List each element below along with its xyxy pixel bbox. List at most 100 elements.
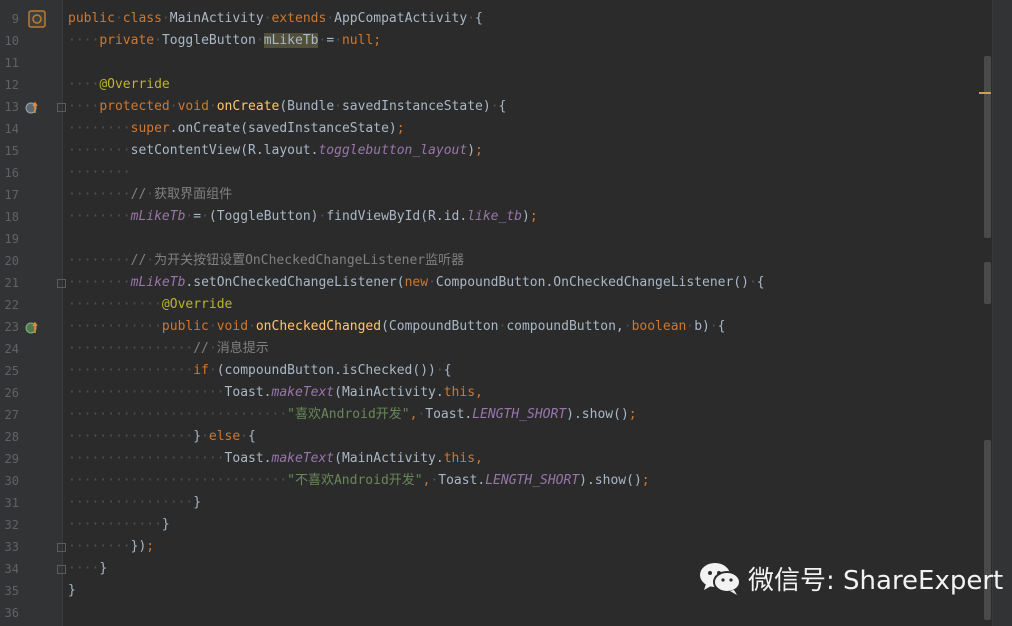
code-token: , [475, 451, 483, 466]
watermark: 微信号: ShareExpert [698, 560, 1003, 596]
code-token: @Override [161, 297, 233, 312]
fold-marker[interactable] [57, 565, 66, 574]
code-token: CompoundButton.OnCheckedChangeListener() [435, 275, 749, 290]
code-token: (ToggleButton) [208, 209, 319, 224]
code-token: { [475, 11, 483, 26]
indent-guide: ···· [68, 77, 100, 92]
indent-guide: ············ [68, 319, 162, 334]
code-token: · [169, 99, 178, 114]
code-token: Toast. [425, 407, 473, 422]
class-run-icon[interactable] [28, 10, 46, 28]
code-token: ; [529, 209, 538, 224]
line-number: 35 [4, 584, 19, 598]
code-token: (MainActivity. [334, 451, 444, 466]
code-token: "不喜欢Android开发" [287, 473, 423, 488]
wechat-icon [700, 563, 741, 595]
code-token: (MainActivity. [334, 385, 444, 400]
indent-guide: ············ [68, 517, 162, 532]
code-token: mLikeTb [263, 33, 319, 48]
code-token: · [240, 429, 249, 444]
code-token: Toast. [438, 473, 486, 488]
code-token: protected [99, 99, 170, 114]
code-token: Toast. [224, 385, 272, 400]
override-method-icon[interactable] [25, 101, 39, 115]
scrollbar-thumb[interactable] [984, 262, 991, 304]
code-token: public [161, 319, 209, 334]
indent-guide: ········ [68, 143, 131, 158]
code-token: · [428, 275, 436, 290]
indent-guide: ········ [68, 165, 131, 180]
code-token: · [709, 319, 718, 334]
code-token: // [193, 341, 209, 356]
code-token: } [161, 517, 170, 532]
code-token: { [756, 275, 765, 290]
code-token: b) [694, 319, 710, 334]
code-token: onCreate [216, 99, 280, 114]
code-text: ····@Override [68, 74, 170, 96]
code-token: AppCompatActivity [334, 11, 468, 26]
code-token: onCheckedChanged [255, 319, 382, 334]
line-number: 30 [4, 474, 19, 488]
line-number: 26 [4, 386, 19, 400]
code-text: ········//·获取界面组件 [68, 184, 232, 206]
code-token: ; [628, 407, 637, 422]
indent-guide: ···················· [68, 451, 225, 466]
indent-guide: ················ [68, 363, 194, 378]
code-token: · [748, 275, 757, 290]
line-number: 34 [4, 562, 19, 576]
code-token: = [326, 33, 335, 48]
line-number: 15 [4, 144, 19, 158]
scrollbar-thumb[interactable] [984, 56, 991, 238]
indent-guide: ········ [68, 187, 131, 202]
code-token: 获取界面组件 [154, 187, 233, 202]
code-token: public [68, 11, 115, 26]
code-token: MainActivity [169, 11, 264, 26]
watermark-text: 微信号: ShareExpert [748, 565, 1004, 596]
line-number: 28 [4, 430, 19, 444]
code-token: ; [641, 473, 650, 488]
indent-guide: ···· [68, 99, 100, 114]
code-token: null [341, 33, 374, 48]
indent-guide: ················ [68, 495, 194, 510]
indent-guide: ········ [68, 209, 131, 224]
line-number: 17 [4, 188, 19, 202]
code-token: { [443, 363, 452, 378]
warning-stripe-mark[interactable] [979, 92, 991, 94]
line-number: 16 [4, 166, 19, 180]
line-number: 24 [4, 342, 19, 356]
code-token: Toast. [224, 451, 272, 466]
code-token: } [193, 495, 202, 510]
code-token: ; [373, 33, 382, 48]
code-text: ············@Override [68, 294, 232, 316]
indent-guide: ················ [68, 341, 194, 356]
indent-guide: ···· [68, 33, 100, 48]
code-text: public·class·MainActivity·extends·AppCom… [68, 8, 483, 30]
code-token: · [208, 341, 217, 356]
line-number: 20 [4, 254, 19, 268]
line-number: 22 [4, 298, 19, 312]
line-number: 36 [4, 606, 19, 620]
indent-guide: ········ [68, 121, 131, 136]
line-number: 13 [4, 100, 19, 114]
code-token: void [177, 99, 209, 114]
code-token: setContentView(R.layout. [130, 143, 319, 158]
fold-marker[interactable] [57, 543, 66, 552]
code-token: this [443, 385, 476, 400]
code-token: (Bundle [279, 99, 335, 114]
indent-guide: ···························· [68, 407, 288, 422]
fold-marker[interactable] [57, 103, 66, 112]
code-token: · [161, 11, 170, 26]
indent-guide: ···················· [68, 385, 225, 400]
line-number: 10 [4, 34, 19, 48]
code-token: } [193, 429, 202, 444]
code-token: this [443, 451, 476, 466]
code-token: · [208, 363, 217, 378]
code-token: , [475, 385, 483, 400]
code-token: // [130, 253, 147, 268]
code-token: }) [130, 539, 147, 554]
code-text: ········//·为开关按钮设置OnCheckedChangeListene… [68, 250, 464, 272]
implement-method-icon[interactable] [25, 321, 39, 335]
fold-marker[interactable] [57, 279, 66, 288]
code-text: ····························"不喜欢Android开… [68, 470, 650, 492]
line-number: 9 [11, 12, 19, 26]
